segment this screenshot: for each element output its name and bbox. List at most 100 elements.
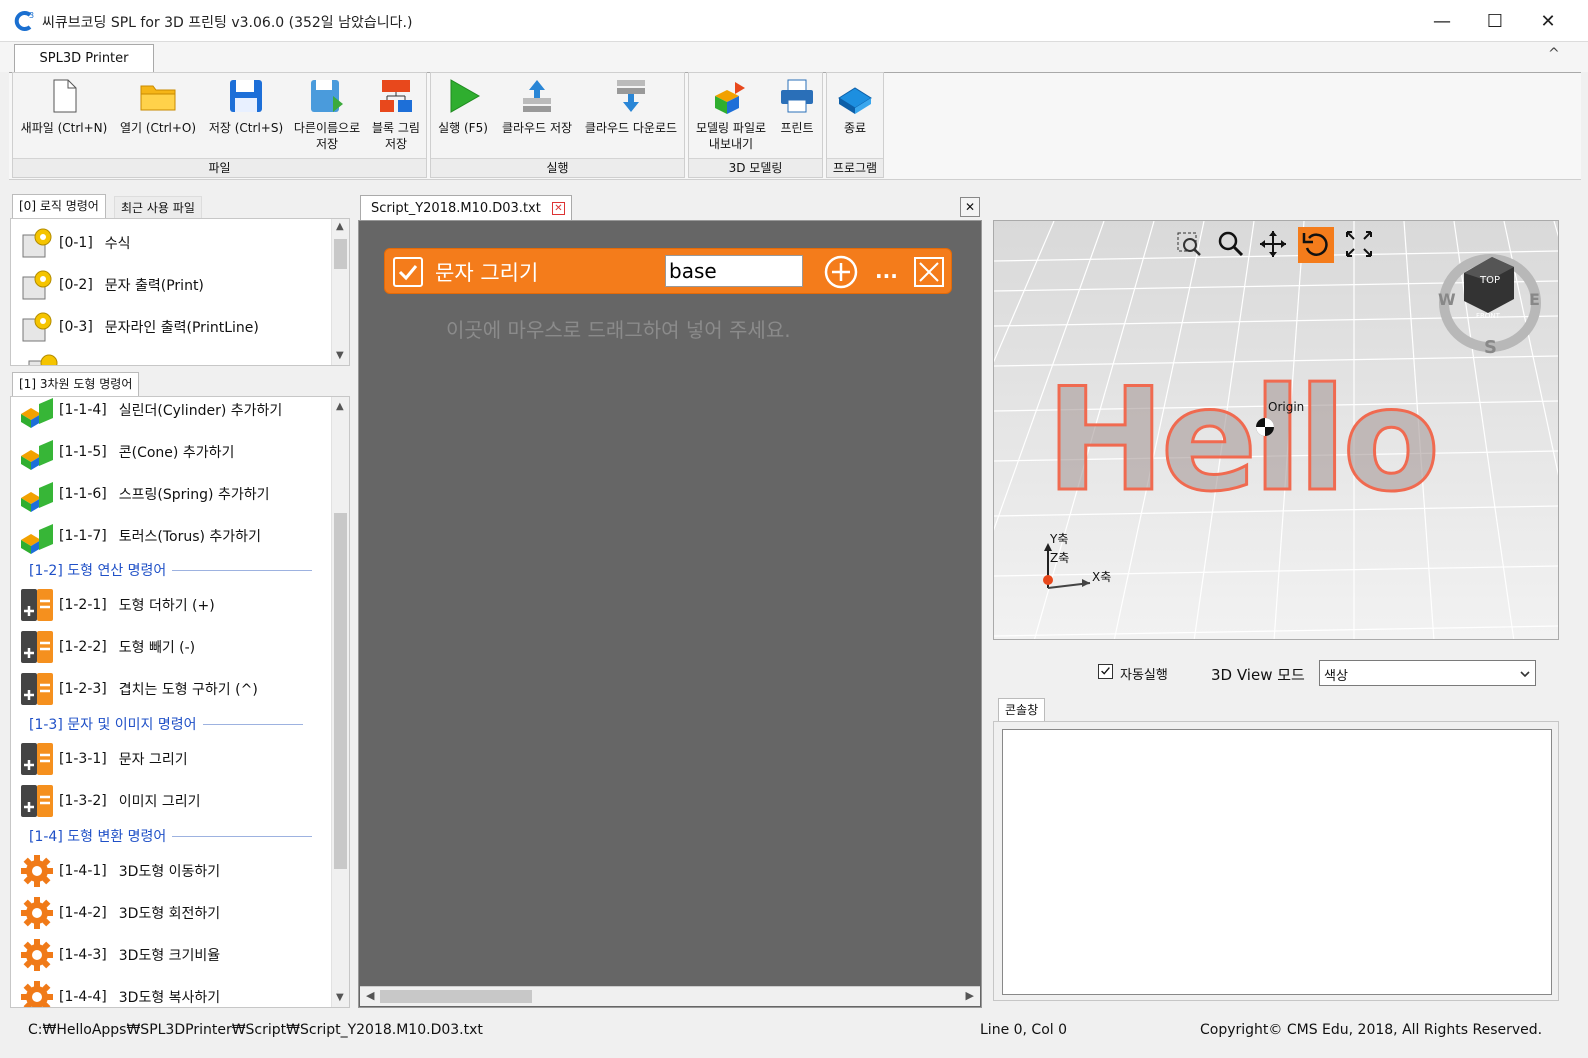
list-item[interactable]: [1-4-2] 3D도형 회전하기 xyxy=(19,892,220,934)
pan-icon[interactable] xyxy=(1258,229,1288,259)
exit-button[interactable]: 종료 xyxy=(828,76,882,156)
list-item[interactable]: [1-4-4] 3D도형 복사하기 xyxy=(19,976,220,1007)
auto-run-checkbox[interactable] xyxy=(1098,664,1113,679)
list-item[interactable]: [1-1-6] 스프링(Spring) 추가하기 xyxy=(19,473,269,515)
new-file-button[interactable]: 새파일 (Ctrl+N) xyxy=(16,76,112,156)
shape-list-scrollbar[interactable]: ▲ ▼ xyxy=(331,397,349,1007)
save-block-image-button[interactable]: 블록 그림 저장 xyxy=(366,76,426,156)
item-label: 토러스(Torus) 추가하기 xyxy=(118,529,261,545)
list-item[interactable]: [0-3] 문자라인 출력(PrintLine) xyxy=(19,306,259,348)
play-icon xyxy=(450,79,481,113)
folder-icon xyxy=(140,85,176,111)
item-code: [1-3-1] xyxy=(59,751,107,767)
editor-horizontal-scrollbar[interactable]: ◀ ▶ xyxy=(360,986,980,1006)
item-code: [1-4-2] xyxy=(59,905,107,921)
category-header-1-4: [1-4] 도형 변환 명령어 xyxy=(29,825,313,847)
drop-hint-text: 이곳에 마우스로 드래그하여 넣어 주세요. xyxy=(446,318,791,342)
rotate-button[interactable] xyxy=(1298,227,1334,263)
save-as-button[interactable]: 다른이름으로 저장 xyxy=(290,76,364,156)
add-circle-icon[interactable] xyxy=(823,254,859,290)
list-item[interactable]: [1-3-2] 이미지 그리기 xyxy=(19,780,200,822)
item-label: 3D도형 이동하기 xyxy=(118,864,221,880)
item-code: [1-1-7] xyxy=(59,528,107,544)
list-item[interactable]: [0-2] 문자 출력(Print) xyxy=(19,264,204,306)
save-as-label-1: 다른이름으로 xyxy=(293,121,361,135)
group-label-program: 프로그램 xyxy=(827,158,883,177)
list-item[interactable]: [0-1] 수식 xyxy=(19,222,131,264)
list-item[interactable]: [1-1-7] 토러스(Torus) 추가하기 xyxy=(19,515,261,557)
floppy-disk-icon xyxy=(230,80,262,112)
export-model-button[interactable]: 모델링 파일로 내보내기 xyxy=(690,76,772,156)
compass-s-label: S xyxy=(1484,337,1497,358)
block-checkbox[interactable] xyxy=(393,257,423,287)
run-button[interactable]: 실행 (F5) xyxy=(432,76,494,156)
fullscreen-icon[interactable] xyxy=(1344,229,1374,259)
ribbon-tab-bar xyxy=(0,42,1588,72)
item-label: 문자 그리기 xyxy=(118,752,188,768)
tab-recent-files[interactable]: 최근 사용 파일 xyxy=(114,196,202,218)
open-file-label: 열기 (Ctrl+O) xyxy=(119,121,197,135)
minimize-button[interactable]: — xyxy=(1422,8,1462,36)
list-item[interactable]: [1-2-1] 도형 더하기 (+) xyxy=(19,584,215,626)
tab-script-label: Script_Y2018.M10.D03.txt xyxy=(371,201,541,216)
export-model-label-2: 내보내기 xyxy=(708,137,754,151)
console-output[interactable] xyxy=(1002,729,1552,995)
block-title: 문자 그리기 xyxy=(435,261,539,285)
chevron-down-icon xyxy=(1520,671,1530,678)
check-icon xyxy=(398,265,418,281)
origin-label: Origin xyxy=(1268,400,1304,414)
logic-command-list: [0-1] 수식 [0-2] 문자 출력(Print) [0-3] 문자라인 출… xyxy=(10,218,350,366)
3d-viewport[interactable]: Hello Origin Y축 Z축 X축 TOP FRONT W E S xyxy=(993,220,1559,640)
item-label: 콘(Cone) 추가하기 xyxy=(118,445,235,461)
view-mode-select[interactable]: 색상 xyxy=(1319,660,1536,686)
tab-close-icon[interactable]: ✕ xyxy=(552,202,565,215)
item-label: 3D도형 크기비율 xyxy=(118,948,221,964)
list-item[interactable]: [1-3-1] 문자 그리기 xyxy=(19,738,188,780)
save-as-icon xyxy=(311,80,343,112)
item-code: [1-2-2] xyxy=(59,639,107,655)
item-code: [1-2-3] xyxy=(59,681,107,697)
axis-y-label: Y축 xyxy=(1049,532,1068,546)
block-image-icon xyxy=(380,80,412,112)
logic-list-scrollbar[interactable]: ▲ ▼ xyxy=(331,219,349,365)
block-text-input[interactable] xyxy=(665,255,803,287)
axis-z-label: Z축 xyxy=(1050,551,1069,565)
item-code: [1-4-3] xyxy=(59,947,107,963)
list-item[interactable]: [1-4-3] 3D도형 크기비율 xyxy=(19,934,220,976)
zoom-icon[interactable] xyxy=(1216,229,1246,259)
shape-operation-icon xyxy=(21,673,53,705)
tab-logic-commands[interactable]: [0] 로직 명령어 xyxy=(12,194,106,218)
maximize-button[interactable]: ☐ xyxy=(1475,8,1515,36)
tab-script-file[interactable]: Script_Y2018.M10.D03.txt ✕ xyxy=(360,195,572,221)
block-more-button[interactable]: ... xyxy=(875,259,898,283)
tab-console[interactable]: 콘솔창 xyxy=(998,698,1046,722)
printer-icon xyxy=(781,79,813,113)
list-item[interactable]: [1-2-3] 겹치는 도형 구하기 (^) xyxy=(19,668,258,710)
list-item[interactable]: [1-4-1] 3D도형 이동하기 xyxy=(19,850,220,892)
zoom-region-icon[interactable] xyxy=(1174,229,1204,259)
cloud-download-button[interactable]: 클라우드 다운로드 xyxy=(580,76,682,156)
tab-3d-shape-commands[interactable]: [1] 3차원 도형 명령어 xyxy=(12,372,140,396)
save-button[interactable]: 저장 (Ctrl+S) xyxy=(204,76,288,156)
ribbon-tab-spl3d[interactable]: SPL3D Printer xyxy=(14,44,154,73)
cloud-save-button[interactable]: 클라우드 저장 xyxy=(496,76,578,156)
block-delete-icon[interactable] xyxy=(913,256,945,288)
list-item[interactable]: [1-1-4] 실린더(Cylinder) 추가하기 xyxy=(19,397,282,431)
open-file-button[interactable]: 열기 (Ctrl+O) xyxy=(114,76,202,156)
draw-text-block[interactable]: 문자 그리기 ... xyxy=(384,248,952,294)
close-button[interactable]: ✕ xyxy=(1528,8,1568,36)
ribbon-collapse-icon[interactable]: ^ xyxy=(1548,46,1560,62)
orange-gear-icon xyxy=(21,897,53,929)
cube-front-label: FRONT xyxy=(1476,312,1501,320)
item-label: 도형 더하기 (+) xyxy=(118,598,215,614)
list-item[interactable]: [1-1-5] 콘(Cone) 추가하기 xyxy=(19,431,234,473)
compass-w-label: W xyxy=(1438,290,1456,309)
view-mode-label: 3D View 모드 xyxy=(1211,666,1305,684)
shape-operation-icon xyxy=(21,589,53,621)
run-label: 실행 (F5) xyxy=(438,121,488,135)
list-item[interactable]: [1-2-2] 도형 빼기 (-) xyxy=(19,626,195,668)
status-cursor-position: Line 0, Col 0 xyxy=(980,1022,1068,1038)
editor-close-button[interactable]: ✕ xyxy=(960,197,980,217)
new-file-label: 새파일 (Ctrl+N) xyxy=(20,121,108,135)
print-button[interactable]: 프린트 xyxy=(774,76,820,156)
